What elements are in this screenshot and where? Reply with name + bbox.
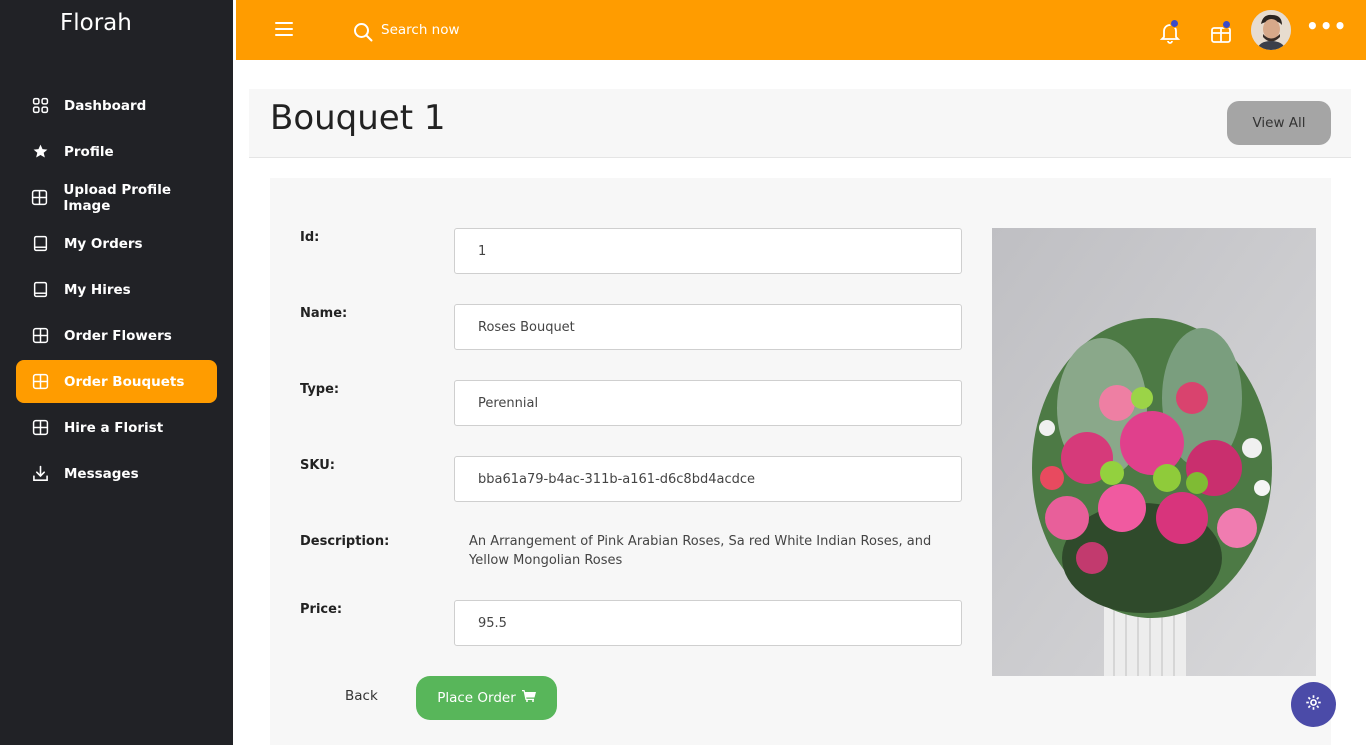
description-label: Description: — [300, 534, 390, 549]
sidebar-item-hire-a-florist[interactable]: Hire a Florist — [16, 406, 217, 449]
sidebar-item-messages[interactable]: Messages — [16, 452, 217, 495]
place-order-button[interactable]: Place Order — [416, 676, 557, 720]
gift-icon[interactable] — [1210, 20, 1232, 44]
notification-bell-icon[interactable] — [1159, 19, 1181, 44]
sidebar-item-label: Dashboard — [64, 97, 147, 114]
sidebar: Florah Dashboard Profile Upload Profile … — [0, 0, 233, 745]
description-text: An Arrangement of Pink Arabian Roses, Sa… — [469, 534, 932, 568]
sidebar-item-label: Upload Profile Image — [63, 181, 171, 214]
brand-logo[interactable]: Florah — [60, 10, 132, 36]
type-label: Type: — [300, 382, 340, 397]
search-input[interactable] — [381, 18, 581, 42]
page-title: Bouquet 1 — [270, 98, 446, 138]
sidebar-item-order-flowers[interactable]: Order Flowers — [16, 314, 217, 357]
name-field[interactable] — [454, 304, 962, 350]
sidebar-item-my-hires[interactable]: My Hires — [16, 268, 217, 311]
sidebar-item-my-orders[interactable]: My Orders — [16, 222, 217, 265]
sidebar-item-label: Messages — [64, 465, 139, 482]
view-all-button[interactable]: View All — [1227, 101, 1331, 145]
plus-square-icon — [31, 189, 48, 207]
sidebar-item-label: My Orders — [64, 235, 143, 252]
book-icon — [31, 281, 49, 299]
notification-badge — [1170, 19, 1179, 28]
back-button-label: Back — [345, 688, 378, 704]
plus-square-icon — [31, 373, 49, 391]
gear-icon — [1305, 694, 1322, 715]
user-avatar[interactable] — [1251, 10, 1291, 50]
star-icon — [31, 143, 49, 161]
sidebar-item-label: Profile — [64, 143, 114, 160]
bouquet-photo — [992, 228, 1316, 676]
sidebar-item-label: Hire a Florist — [64, 419, 164, 436]
plus-square-icon — [31, 327, 49, 345]
price-field[interactable] — [454, 600, 962, 646]
sidebar-item-order-bouquets[interactable]: Order Bouquets — [16, 360, 217, 403]
top-bar: ••• — [236, 0, 1366, 60]
sku-field[interactable] — [454, 456, 962, 502]
sidebar-item-label: Order Flowers — [64, 327, 172, 344]
type-field[interactable] — [454, 380, 962, 426]
name-label: Name: — [300, 306, 348, 321]
sidebar-item-label: My Hires — [64, 281, 131, 298]
sidebar-nav: Dashboard Profile Upload Profile Image M… — [16, 84, 217, 498]
sku-label: SKU: — [300, 458, 335, 473]
more-options-icon[interactable]: ••• — [1306, 16, 1346, 40]
book-icon — [31, 235, 49, 253]
id-label: Id: — [300, 230, 320, 245]
settings-fab[interactable] — [1291, 682, 1336, 727]
id-field[interactable] — [454, 228, 962, 274]
grid-icon — [31, 97, 49, 115]
download-icon — [31, 465, 49, 483]
cart-icon — [521, 690, 536, 706]
bouquet-detail-card: Id: Name: Type: SKU: Description: An Arr… — [270, 178, 1331, 745]
sidebar-item-dashboard[interactable]: Dashboard — [16, 84, 217, 127]
gift-badge — [1222, 20, 1231, 29]
sidebar-item-upload-profile-image[interactable]: Upload Profile Image — [16, 176, 217, 219]
back-button[interactable]: Back — [345, 688, 378, 704]
menu-toggle-icon[interactable] — [275, 22, 293, 38]
plus-square-icon — [31, 419, 49, 437]
sidebar-item-profile[interactable]: Profile — [16, 130, 217, 173]
place-order-label: Place Order — [437, 690, 516, 706]
sidebar-item-label: Order Bouquets — [64, 373, 185, 390]
price-label: Price: — [300, 602, 343, 617]
search-icon[interactable] — [353, 22, 373, 42]
page-header: Bouquet 1 View All — [249, 89, 1351, 158]
